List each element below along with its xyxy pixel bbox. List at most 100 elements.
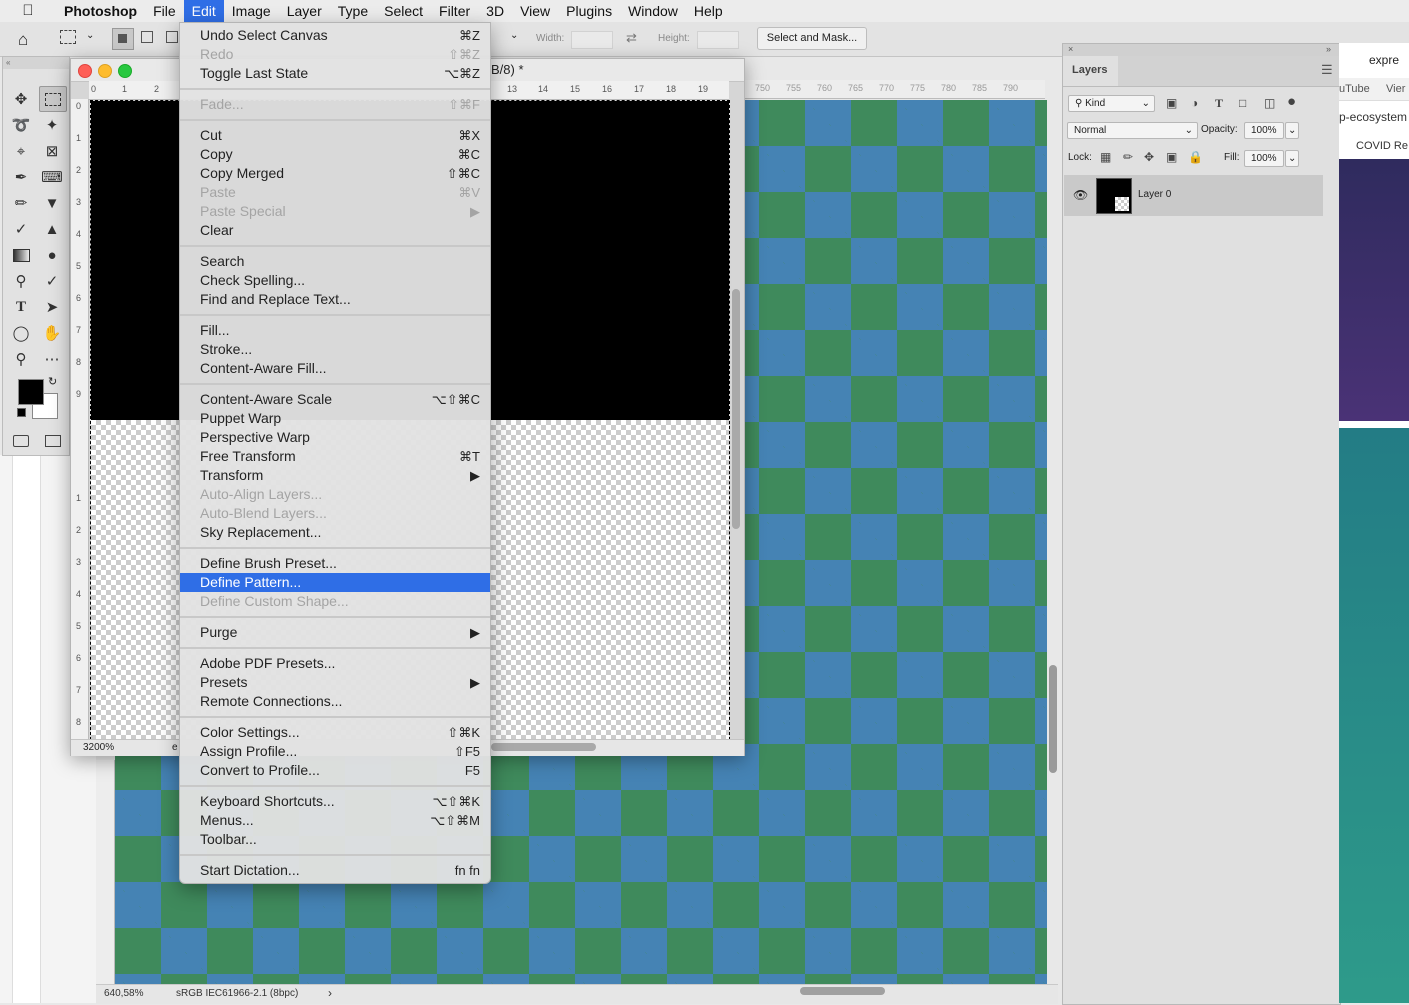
foreground-color-swatch[interactable]: [18, 379, 44, 405]
close-window-button[interactable]: [78, 64, 92, 78]
visibility-eye-icon[interactable]: 👁: [1073, 188, 1088, 202]
browser-tab-youtube[interactable]: uTube: [1339, 83, 1370, 95]
menu-item-sky-replacement[interactable]: Sky Replacement...: [180, 523, 490, 542]
panel-header-bar[interactable]: × »: [1063, 44, 1340, 56]
menu-help[interactable]: Help: [686, 0, 731, 22]
blend-mode-select[interactable]: Normal ⌄: [1067, 122, 1198, 139]
marquee-tool-icon[interactable]: [39, 86, 67, 112]
document-horizontal-scrollbar[interactable]: [491, 743, 596, 751]
filter-adjustment-icon[interactable]: ◑: [1191, 96, 1198, 110]
lock-transparent-pixels-icon[interactable]: ▦: [1100, 150, 1111, 164]
menu-item-color-settings[interactable]: Color Settings... ⇧⌘K: [180, 723, 490, 742]
layer-name[interactable]: Layer 0: [1138, 189, 1171, 200]
marquee-preset-icon[interactable]: [60, 30, 76, 44]
menu-item-free-transform[interactable]: Free Transform ⌘T: [180, 447, 490, 466]
menu-item-search[interactable]: Search: [180, 252, 490, 271]
history-brush-tool-icon[interactable]: ✓: [8, 217, 34, 241]
menu-item-check-spelling[interactable]: Check Spelling...: [180, 271, 490, 290]
default-colors-icon[interactable]: [17, 408, 26, 417]
swap-icon[interactable]: ⇄: [626, 30, 637, 46]
minimize-window-button[interactable]: [98, 64, 112, 78]
background-horizontal-scrollbar[interactable]: [800, 987, 885, 995]
apple-icon[interactable]: : [0, 0, 56, 22]
swap-colors-icon[interactable]: ↻: [48, 375, 57, 388]
path-selection-tool-icon[interactable]: ➤: [39, 295, 65, 319]
menu-item-copy[interactable]: Copy ⌘C: [180, 145, 490, 164]
frame-tool-icon[interactable]: ⊠: [39, 139, 65, 163]
fill-dropdown-chevron-icon[interactable]: ⌄: [1285, 150, 1299, 167]
browser-covid-text[interactable]: COVID Re: [1356, 140, 1408, 152]
dodge-tool-icon[interactable]: ⚲: [8, 269, 34, 293]
quick-mask-icon[interactable]: [13, 435, 29, 447]
menu-item-toggle-last-state[interactable]: Toggle Last State ⌥⌘Z: [180, 64, 490, 83]
menu-item-transform[interactable]: Transform ▶: [180, 466, 490, 485]
crop-tool-icon[interactable]: ⌖: [8, 139, 34, 163]
menu-view[interactable]: View: [512, 0, 558, 22]
layer-filter-select[interactable]: ⚲ Kind ⌄: [1068, 95, 1155, 112]
menu-item-start-dictation[interactable]: Start Dictation... fn fn: [180, 861, 490, 880]
layer-row[interactable]: 👁 Layer 0: [1064, 175, 1323, 216]
tools-panel-header[interactable]: «: [3, 57, 69, 69]
menu-item-find-and-replace-text[interactable]: Find and Replace Text...: [180, 290, 490, 309]
ellipse-tool-icon[interactable]: ◯: [8, 321, 34, 345]
lock-image-pixels-icon[interactable]: ✏: [1123, 150, 1133, 164]
background-zoom-level[interactable]: 640,58%: [104, 988, 143, 999]
more-tools-icon[interactable]: ⋯: [39, 347, 65, 371]
height-field[interactable]: [697, 31, 739, 49]
menu-item-keyboard-shortcuts[interactable]: Keyboard Shortcuts... ⌥⇧⌘K: [180, 792, 490, 811]
healing-brush-tool-icon[interactable]: ⌨: [39, 165, 65, 189]
menu-item-convert-to-profile[interactable]: Convert to Profile... F5: [180, 761, 490, 780]
menu-item-toolbar[interactable]: Toolbar...: [180, 830, 490, 849]
menu-item-content-aware-scale[interactable]: Content-Aware Scale ⌥⇧⌘C: [180, 390, 490, 409]
magic-wand-tool-icon[interactable]: ✦: [39, 113, 65, 137]
new-selection-icon[interactable]: [112, 28, 134, 50]
menu-image[interactable]: Image: [224, 0, 279, 22]
menu-item-clear[interactable]: Clear: [180, 221, 490, 240]
fill-field[interactable]: 100%: [1244, 150, 1284, 167]
brush-tool-icon[interactable]: ✏: [8, 191, 34, 215]
lasso-tool-icon[interactable]: ➰: [8, 113, 34, 137]
lock-artboard-icon[interactable]: ▣: [1166, 150, 1177, 164]
menu-item-copy-merged[interactable]: Copy Merged ⇧⌘C: [180, 164, 490, 183]
filter-smart-object-icon[interactable]: ◫: [1264, 96, 1275, 110]
menu-item-remote-connections[interactable]: Remote Connections...: [180, 692, 490, 711]
subtract-selection-icon[interactable]: [166, 31, 178, 43]
menu-file[interactable]: File: [145, 0, 184, 22]
home-icon[interactable]: ⌂: [18, 30, 28, 50]
width-field[interactable]: [571, 31, 613, 49]
menu-item-define-pattern[interactable]: Define Pattern...: [180, 573, 490, 592]
menu-item-menus[interactable]: Menus... ⌥⇧⌘M: [180, 811, 490, 830]
tab-layers[interactable]: Layers: [1063, 56, 1118, 86]
filter-type-icon[interactable]: T: [1215, 96, 1223, 111]
zoom-window-button[interactable]: [118, 64, 132, 78]
background-vertical-scrollbar[interactable]: [1049, 665, 1057, 773]
menu-item-assign-profile[interactable]: Assign Profile... ⇧F5: [180, 742, 490, 761]
menu-window[interactable]: Window: [620, 0, 686, 22]
stamp-tool-icon[interactable]: ▼: [39, 191, 65, 215]
pen-tool-icon[interactable]: ✓: [39, 269, 65, 293]
menu-item-fill[interactable]: Fill...: [180, 321, 490, 340]
browser-tab-view[interactable]: Vier: [1386, 83, 1405, 95]
opacity-dropdown-chevron-icon[interactable]: ⌄: [1285, 122, 1299, 139]
menu-plugins[interactable]: Plugins: [558, 0, 620, 22]
menu-item-cut[interactable]: Cut ⌘X: [180, 126, 490, 145]
eraser-tool-icon[interactable]: ▲: [39, 217, 65, 241]
menu-item-purge[interactable]: Purge ▶: [180, 623, 490, 642]
menu-item-perspective-warp[interactable]: Perspective Warp: [180, 428, 490, 447]
menu-item-stroke[interactable]: Stroke...: [180, 340, 490, 359]
add-selection-icon[interactable]: [141, 31, 153, 43]
menu-item-undo-select-canvas[interactable]: Undo Select Canvas ⌘Z: [180, 26, 490, 45]
menu-type[interactable]: Type: [330, 0, 376, 22]
menu-layer[interactable]: Layer: [279, 0, 330, 22]
menu-item-adobe-pdf-presets[interactable]: Adobe PDF Presets...: [180, 654, 490, 673]
panel-menu-icon[interactable]: ☰: [1321, 62, 1333, 78]
menu-edit[interactable]: Edit: [183, 0, 224, 22]
document-vertical-scrollbar[interactable]: [732, 289, 740, 529]
menu-select[interactable]: Select: [376, 0, 431, 22]
menu-item-content-aware-fill[interactable]: Content-Aware Fill...: [180, 359, 490, 378]
chevron-down-icon[interactable]: ⌄: [86, 30, 94, 41]
type-tool-icon[interactable]: T: [8, 295, 34, 319]
filter-toggle-icon[interactable]: ●: [1287, 93, 1296, 110]
menu-item-define-brush-preset[interactable]: Define Brush Preset...: [180, 554, 490, 573]
zoom-tool-icon[interactable]: ⚲: [8, 347, 34, 371]
